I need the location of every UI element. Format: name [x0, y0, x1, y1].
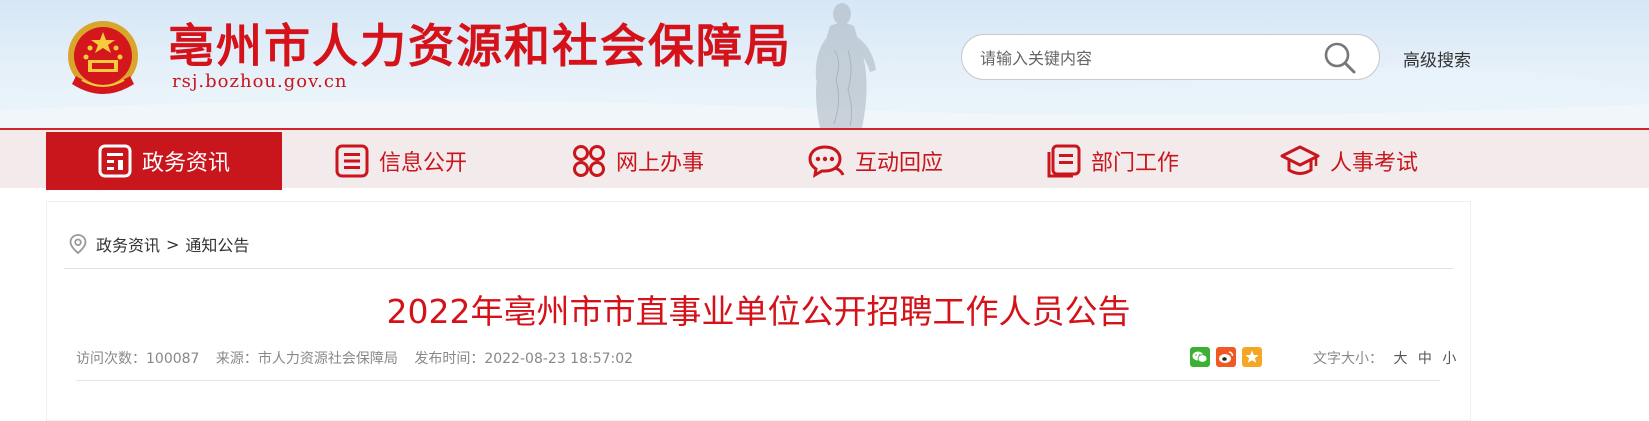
article-meta: 访问次数：100087 来源：市人力资源社会保障局 发布时间：2022-08-2…	[76, 348, 645, 368]
search-icon[interactable]	[1323, 41, 1357, 75]
article-source: 来源：市人力资源社会保障局	[215, 351, 398, 367]
font-size-medium[interactable]: 中	[1418, 351, 1432, 367]
nav-item-personnel-exam[interactable]: 人事考试	[1231, 132, 1467, 190]
breadcrumb: 政务资讯 > 通知公告	[68, 233, 249, 255]
nav-item-label: 网上办事	[615, 151, 704, 176]
nav-item-department-work[interactable]: 部门工作	[994, 132, 1230, 190]
nav-item-label: 人事考试	[1329, 151, 1418, 176]
site-url: rsj.bozhou.gov.cn	[172, 71, 348, 92]
apps-grid-icon	[572, 145, 605, 177]
nav-item-label: 信息公开	[378, 151, 467, 176]
chat-bubble-icon	[808, 145, 845, 178]
advanced-search-link[interactable]: 高级搜索	[1403, 46, 1471, 71]
location-pin-icon	[69, 234, 87, 255]
news-icon	[98, 144, 132, 178]
nav-item-interaction[interactable]: 互动回应	[757, 132, 993, 190]
breadcrumb-link-notices[interactable]: 通知公告	[185, 232, 249, 256]
search-box	[961, 34, 1380, 80]
weibo-icon[interactable]	[1216, 347, 1236, 367]
breadcrumb-separator: >	[166, 234, 180, 254]
document-list-icon	[335, 144, 369, 178]
visit-count: 访问次数：100087	[76, 351, 200, 367]
statue-watermark-icon	[815, 3, 876, 128]
main-nav: 政务资讯 信息公开 网上办事 互动回应 部门工作 人事考试	[0, 128, 1649, 190]
breadcrumb-link-news[interactable]: 政务资讯	[96, 232, 160, 256]
meta-divider	[76, 380, 1440, 381]
graduation-cap-icon	[1280, 145, 1320, 175]
article-title: 2022年亳州市市直事业单位公开招聘工作人员公告	[386, 292, 1131, 331]
nav-item-label: 政务资讯	[141, 151, 230, 176]
publish-time: 发布时间：2022-08-23 18:57:02	[414, 351, 634, 367]
font-size-label: 文字大小：	[1313, 351, 1383, 367]
search-input[interactable]	[978, 44, 1322, 72]
nav-item-info-disclosure[interactable]: 信息公开	[283, 132, 519, 190]
font-size-control: 文字大小： 大 中 小	[1313, 348, 1456, 368]
site-header: 亳州市人力资源和社会保障局 rsj.bozhou.gov.cn 高级搜索	[0, 0, 1649, 128]
nav-item-label: 部门工作	[1090, 151, 1179, 176]
breadcrumb-divider	[64, 268, 1454, 269]
font-size-large[interactable]: 大	[1393, 351, 1407, 367]
nav-item-online-services[interactable]: 网上办事	[520, 132, 756, 190]
wechat-icon[interactable]	[1190, 347, 1210, 367]
nav-item-label: 互动回应	[854, 151, 943, 176]
national-emblem-icon	[68, 21, 138, 94]
files-icon	[1047, 144, 1081, 178]
font-size-small[interactable]: 小	[1442, 351, 1456, 367]
nav-item-news[interactable]: 政务资讯	[46, 132, 282, 190]
favorite-icon[interactable]	[1242, 347, 1262, 367]
share-buttons	[1190, 347, 1262, 367]
site-title: 亳州市人力资源和社会保障局	[168, 19, 792, 73]
